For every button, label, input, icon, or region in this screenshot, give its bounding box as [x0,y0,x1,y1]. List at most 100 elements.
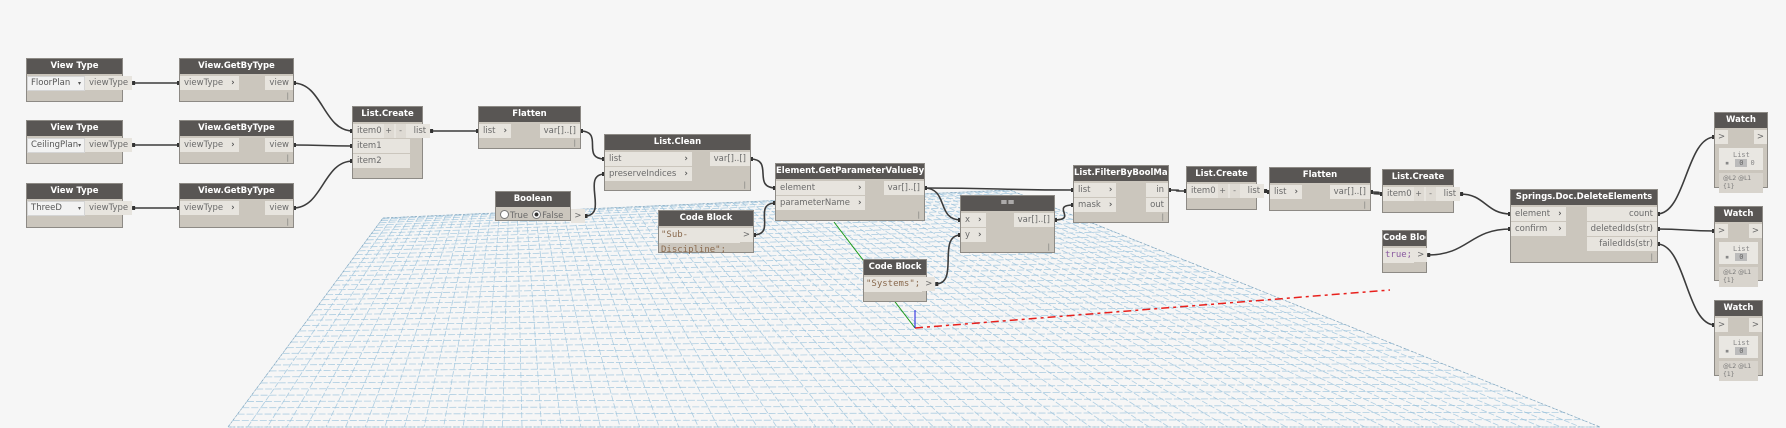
output-port-view[interactable]: view [265,138,293,152]
radio-icon[interactable] [532,210,542,219]
input-port-item2[interactable]: item2 [353,154,410,168]
input-port-viewtype[interactable]: viewType › [180,76,239,90]
node-vt1[interactable]: View Type FloorPlan ▾ viewType [26,58,133,102]
node-title[interactable]: View Type [27,59,122,74]
add-input-button[interactable]: + [1217,184,1228,198]
input-port-viewtype[interactable]: viewType › [180,201,239,215]
input-port-list[interactable]: list › [1074,183,1117,197]
node-gpv[interactable]: Element.GetParameterValueByNameelement›p… [775,163,925,221]
node-title[interactable]: Code Block [864,260,926,275]
dropdown-field[interactable]: CeilingPlan ▾ [27,138,85,153]
node-title[interactable]: View.GetByType [180,121,293,136]
output-port[interactable]: > [1414,248,1428,262]
node-title[interactable]: View.GetByType [180,59,293,74]
node-title[interactable]: Flatten [479,107,580,122]
node-title[interactable]: View Type [27,184,122,199]
output-port[interactable]: > [922,277,936,291]
node-cb2[interactable]: Code Block "Systems"; > [863,259,936,302]
node-title[interactable]: == [961,196,1054,211]
output-port[interactable]: > [571,209,585,223]
node-title[interactable]: Springs.Doc.DeleteElements [1511,190,1657,205]
node-title[interactable]: Element.GetParameterValueByName [776,164,924,179]
node-sde[interactable]: Springs.Doc.DeleteElements element › confir… [1510,189,1658,263]
output-port-var[interactable]: var[]..[] [1013,213,1054,227]
node-title[interactable]: List.Create [353,107,422,122]
node-fl1[interactable]: Flatten list › var[]..[] | [478,106,581,149]
node-title[interactable]: Watch [1715,207,1762,222]
output-port-viewtype[interactable]: viewType [85,201,133,215]
output-port-out[interactable]: out [1146,198,1168,212]
node-eq[interactable]: == x › y › var[]..[] | [960,195,1055,253]
node-title[interactable]: Watch [1715,113,1767,128]
output-port-viewtype[interactable]: viewType [85,138,133,152]
node-w2[interactable]: Watch > > List ▪ 0 @L2 @L1 {1} [1714,206,1763,287]
add-input-button[interactable]: + [383,124,394,138]
node-title[interactable]: List.Clean [605,135,750,150]
node-fbm[interactable]: List.FilterByBoolMask list › mask › in out | [1073,165,1169,223]
output-port-failedidsstr[interactable]: failedIds(str) [1586,237,1657,251]
output-port[interactable]: > [1753,130,1767,144]
input-port-y[interactable]: y › [961,228,986,242]
dropdown-field[interactable]: FloorPlan ▾ [27,76,85,91]
remove-input-button[interactable]: - [1425,187,1436,201]
input-port-item0[interactable]: item0 + - [1187,184,1244,198]
output-port-deletedidsstr[interactable]: deletedIds(str) [1586,222,1657,236]
node-cb1[interactable]: Code Block "Sub-Discipline"; > [658,210,754,255]
output-port[interactable]: > [739,228,753,242]
output-port-view[interactable]: view [265,201,293,215]
boolean-toggle[interactable]: True False [496,209,571,223]
node-bool[interactable]: Boolean True False > [495,191,585,223]
node-cb3[interactable]: Code Block true;> [1382,230,1428,273]
output-port-count[interactable]: count [1586,207,1657,221]
dynamo-graph-canvas[interactable]: View Type FloorPlan ▾ viewType View.GetByTyp… [0,0,1786,428]
node-w1[interactable]: Watch > > List ▪ 0 0 @L2 @L1 {1} [1714,112,1768,193]
input-port-item0[interactable]: item0 + - [1383,187,1440,201]
input-port-mask[interactable]: mask › [1074,198,1117,212]
node-gbt3[interactable]: View.GetByType viewType › view | [179,183,294,228]
output-port-in[interactable]: in [1146,183,1168,197]
node-title[interactable]: List.Create [1187,167,1256,182]
node-lc3[interactable]: List.Create item0 + - list [1382,169,1461,213]
input-port-element[interactable]: element › [776,181,866,195]
code-editor[interactable]: "Systems"; [864,277,923,292]
node-title[interactable]: View.GetByType [180,184,293,199]
node-gbt2[interactable]: View.GetByType viewType › view | [179,120,294,164]
node-title[interactable]: List.FilterByBoolMask [1074,166,1168,181]
output-port-var[interactable]: var[]..[] [709,152,750,166]
code-editor[interactable]: "Sub-Discipline"; [659,228,740,255]
view-type-dropdown[interactable]: ThreeD ▾ [27,201,85,216]
radio-icon[interactable] [500,210,509,219]
node-clean[interactable]: List.Clean list › preserveIndices › var[]..[]… [604,134,751,191]
node-title[interactable]: Watch [1715,301,1762,316]
input-port-preserveindices[interactable]: preserveIndices › [605,167,692,181]
output-port-viewtype[interactable]: viewType [85,76,133,90]
node-title[interactable]: List.Create [1383,170,1453,185]
input-port-confirm[interactable]: confirm › [1511,222,1566,236]
input-port-item1[interactable]: item1 [353,139,410,153]
node-lc1[interactable]: List.Create item0 + - item1 item2 list [352,106,431,179]
output-port-list[interactable]: list [1439,187,1461,201]
node-title[interactable]: View Type [27,121,122,136]
add-input-button[interactable]: + [1413,187,1424,201]
view-type-dropdown[interactable]: CeilingPlan ▾ [27,138,85,153]
output-port-var[interactable]: var[]..[] [1329,185,1370,199]
input-port-element[interactable]: element › [1511,207,1566,221]
node-title[interactable]: Flatten [1270,168,1370,183]
input-port-list[interactable]: list › [479,124,511,138]
node-vt3[interactable]: View Type ThreeD ▾ viewType [26,183,133,228]
input-port-x[interactable]: x › [961,213,986,227]
node-lc2[interactable]: List.Create item0 + - list [1186,166,1265,210]
remove-input-button[interactable]: - [395,124,406,138]
input-port[interactable]: > [1715,130,1729,144]
radio-false[interactable]: False [532,210,563,221]
node-vt2[interactable]: View Type CeilingPlan ▾ viewType [26,120,133,164]
input-port-viewtype[interactable]: viewType › [180,138,239,152]
output-port-list[interactable]: list [409,124,431,138]
output-port[interactable]: > [1748,224,1762,238]
input-port-item0[interactable]: item0 + - [353,124,410,138]
input-port-list[interactable]: list › [605,152,692,166]
node-gbt1[interactable]: View.GetByType viewType › view | [179,58,294,102]
node-title[interactable]: Code Block [1383,231,1426,246]
node-title[interactable]: Boolean [496,192,570,207]
code-editor[interactable]: true; [1383,248,1415,263]
